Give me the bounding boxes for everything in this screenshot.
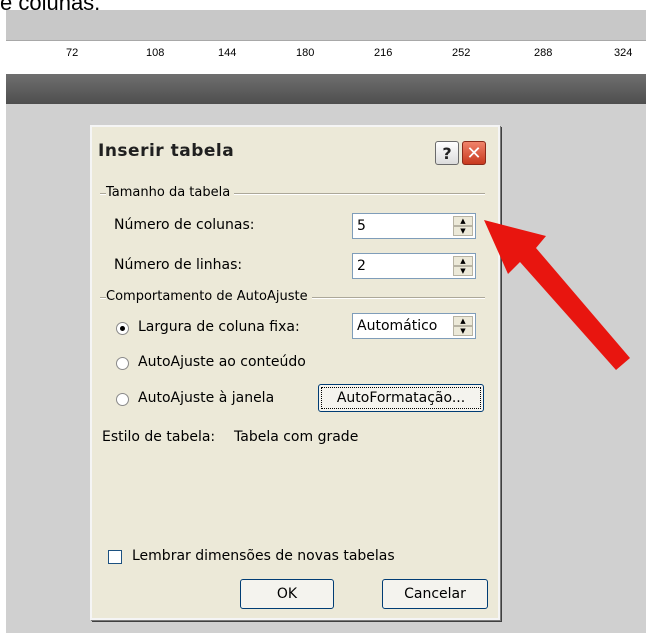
table-size-group-label: Tamanho da tabela: [106, 185, 235, 200]
ruler-mark: 216: [374, 47, 393, 59]
columns-value: 5: [357, 218, 366, 234]
ok-button-label: OK: [276, 586, 298, 602]
table-style-value: Tabela com grade: [234, 429, 359, 445]
caption-text: e colunas.: [0, 0, 101, 15]
ruler-mark: 72: [66, 47, 79, 59]
ruler-mark: 288: [534, 47, 553, 59]
ruler-mark: 108: [146, 47, 165, 59]
close-icon: ✕: [466, 142, 482, 164]
fit-window-radio[interactable]: [116, 393, 129, 406]
columns-label: Número de colunas:: [114, 217, 255, 233]
columns-spinner[interactable]: 5 ▲ ▼: [352, 213, 476, 239]
ruler-shadow-bar: [6, 74, 646, 104]
toolbar-strip: [6, 10, 646, 40]
spin-up-icon[interactable]: ▲: [453, 216, 473, 226]
ok-button[interactable]: OK: [240, 579, 334, 609]
help-icon: ?: [442, 143, 452, 163]
dialog-title: Inserir tabela: [98, 141, 235, 161]
dialog-titlebar[interactable]: Inserir tabela ? ✕: [92, 127, 498, 167]
rows-spinner[interactable]: 2 ▲ ▼: [352, 253, 476, 279]
fixed-width-label[interactable]: Largura de coluna fixa:: [138, 319, 300, 335]
autoformat-button-label: AutoFormatação...: [336, 390, 466, 406]
rows-label: Número de linhas:: [114, 257, 243, 273]
annotation-arrow-icon: [484, 220, 630, 370]
ruler-mark: 180: [296, 47, 315, 59]
spin-up-icon[interactable]: ▲: [453, 316, 473, 326]
fixed-width-spinner[interactable]: Automático ▲ ▼: [352, 313, 476, 339]
help-button[interactable]: ?: [435, 141, 459, 165]
insert-table-dialog: Inserir tabela ? ✕ Tamanho da tabela Núm…: [90, 125, 500, 620]
fixed-width-value: Automático: [357, 318, 438, 334]
spin-up-icon[interactable]: ▲: [453, 256, 473, 266]
table-style-label: Estilo de tabela:: [102, 429, 216, 445]
fit-content-label[interactable]: AutoAjuste ao conteúdo: [138, 354, 306, 370]
fixed-width-radio[interactable]: [116, 322, 129, 335]
spin-down-icon[interactable]: ▼: [453, 266, 473, 276]
autoformat-button[interactable]: AutoFormatação...: [318, 384, 484, 412]
spin-down-icon[interactable]: ▼: [453, 226, 473, 236]
remember-checkbox[interactable]: [108, 550, 122, 564]
rows-value: 2: [357, 258, 366, 274]
remember-label[interactable]: Lembrar dimensões de novas tabelas: [132, 548, 395, 564]
ruler-mark: 252: [452, 47, 471, 59]
cancel-button-label: Cancelar: [404, 586, 466, 602]
ruler-mark: 144: [218, 47, 237, 59]
close-button[interactable]: ✕: [462, 141, 486, 165]
spin-down-icon[interactable]: ▼: [453, 326, 473, 336]
cancel-button[interactable]: Cancelar: [382, 579, 488, 609]
ruler-mark: 324: [614, 47, 633, 59]
autofit-group-label: Comportamento de AutoAjuste: [106, 289, 312, 304]
fit-window-label[interactable]: AutoAjuste à janela: [138, 390, 274, 406]
horizontal-ruler[interactable]: 72 108 144 180 216 252 288 324: [6, 40, 646, 76]
fit-content-radio[interactable]: [116, 357, 129, 370]
